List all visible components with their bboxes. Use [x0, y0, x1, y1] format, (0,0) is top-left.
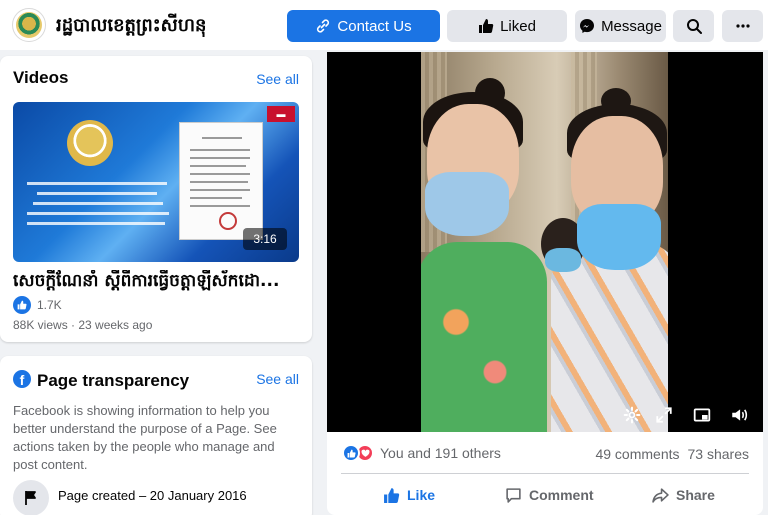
video-meta: 88K views · 23 weeks ago — [13, 318, 153, 332]
video-post: You and 191 others 49 comments 73 shares… — [327, 52, 763, 515]
page-transparency-card: f Page transparency See all Facebook is … — [0, 356, 312, 515]
videos-see-all-link[interactable]: See all — [256, 71, 299, 87]
page-title[interactable]: រដ្ឋបាលខេត្តព្រះសីហនុ — [56, 13, 206, 40]
stamp-image — [219, 212, 237, 230]
messenger-icon — [580, 19, 595, 33]
video-thumbnail[interactable]: ▬ 3:16 — [13, 102, 299, 262]
thumbs-up-icon — [384, 487, 400, 503]
post-stats: 49 comments 73 shares — [595, 446, 749, 462]
picture-in-picture-icon[interactable] — [691, 404, 713, 426]
like-reaction-icon — [342, 444, 360, 462]
page-logo[interactable] — [12, 8, 46, 42]
like-label: Like — [407, 487, 436, 503]
comment-count-link[interactable]: 49 comments — [595, 446, 679, 462]
message-label: Message — [601, 17, 662, 35]
video-duration: 3:16 — [243, 228, 287, 250]
share-count-link[interactable]: 73 shares — [688, 446, 749, 462]
more-options-button[interactable] — [722, 10, 763, 42]
video-title[interactable]: សេចក្តីណែនាំ ស្តីពីការធ្វើចត្តាឡីស័កដោ..… — [13, 270, 299, 295]
thumbs-up-icon — [479, 19, 494, 33]
liked-button[interactable]: Liked — [447, 10, 567, 42]
message-button[interactable]: Message — [575, 10, 666, 42]
share-label: Share — [676, 487, 715, 503]
search-icon — [686, 19, 702, 34]
search-button[interactable] — [673, 10, 714, 42]
facebook-icon: f — [13, 370, 31, 388]
expand-icon[interactable] — [653, 404, 675, 426]
channel-badge: ▬ — [267, 106, 295, 122]
reaction-summary[interactable]: You and 191 others — [342, 444, 501, 462]
page-created-date: Page created – 20 January 2016 — [58, 488, 247, 503]
video-frame — [421, 52, 668, 432]
like-button[interactable]: Like — [383, 480, 435, 510]
volume-icon[interactable] — [728, 404, 750, 426]
videos-card: Videos See all ▬ 3:16 សេចក្តីណែនាំ ស្តីព… — [0, 56, 312, 342]
comment-button[interactable]: Comment — [505, 480, 594, 510]
like-reaction-icon — [13, 296, 31, 314]
video-player[interactable] — [327, 52, 763, 432]
more-icon — [735, 24, 750, 28]
link-icon — [317, 19, 330, 33]
page-header: រដ្ឋបាលខេត្តព្រះសីហនុ Contact Us Liked M… — [0, 0, 768, 50]
videos-heading: Videos — [13, 68, 69, 87]
comment-label: Comment — [529, 487, 594, 503]
seal-image — [67, 120, 113, 166]
liked-label: Liked — [500, 17, 536, 35]
comment-icon — [506, 487, 521, 503]
reaction-count: You and 191 others — [380, 445, 501, 461]
video-like-count: 1.7K — [37, 298, 62, 312]
contact-us-label: Contact Us — [337, 17, 412, 35]
transparency-see-all-link[interactable]: See all — [256, 371, 299, 387]
share-icon — [652, 487, 669, 503]
transparency-heading: Page transparency — [37, 371, 190, 390]
flag-icon — [13, 480, 49, 515]
share-button[interactable]: Share — [652, 480, 715, 510]
transparency-description: Facebook is showing information to help … — [13, 403, 277, 472]
gear-icon[interactable] — [621, 404, 643, 426]
divider — [341, 473, 749, 474]
contact-us-button[interactable]: Contact Us — [287, 10, 440, 42]
video-likes: 1.7K — [13, 296, 62, 314]
